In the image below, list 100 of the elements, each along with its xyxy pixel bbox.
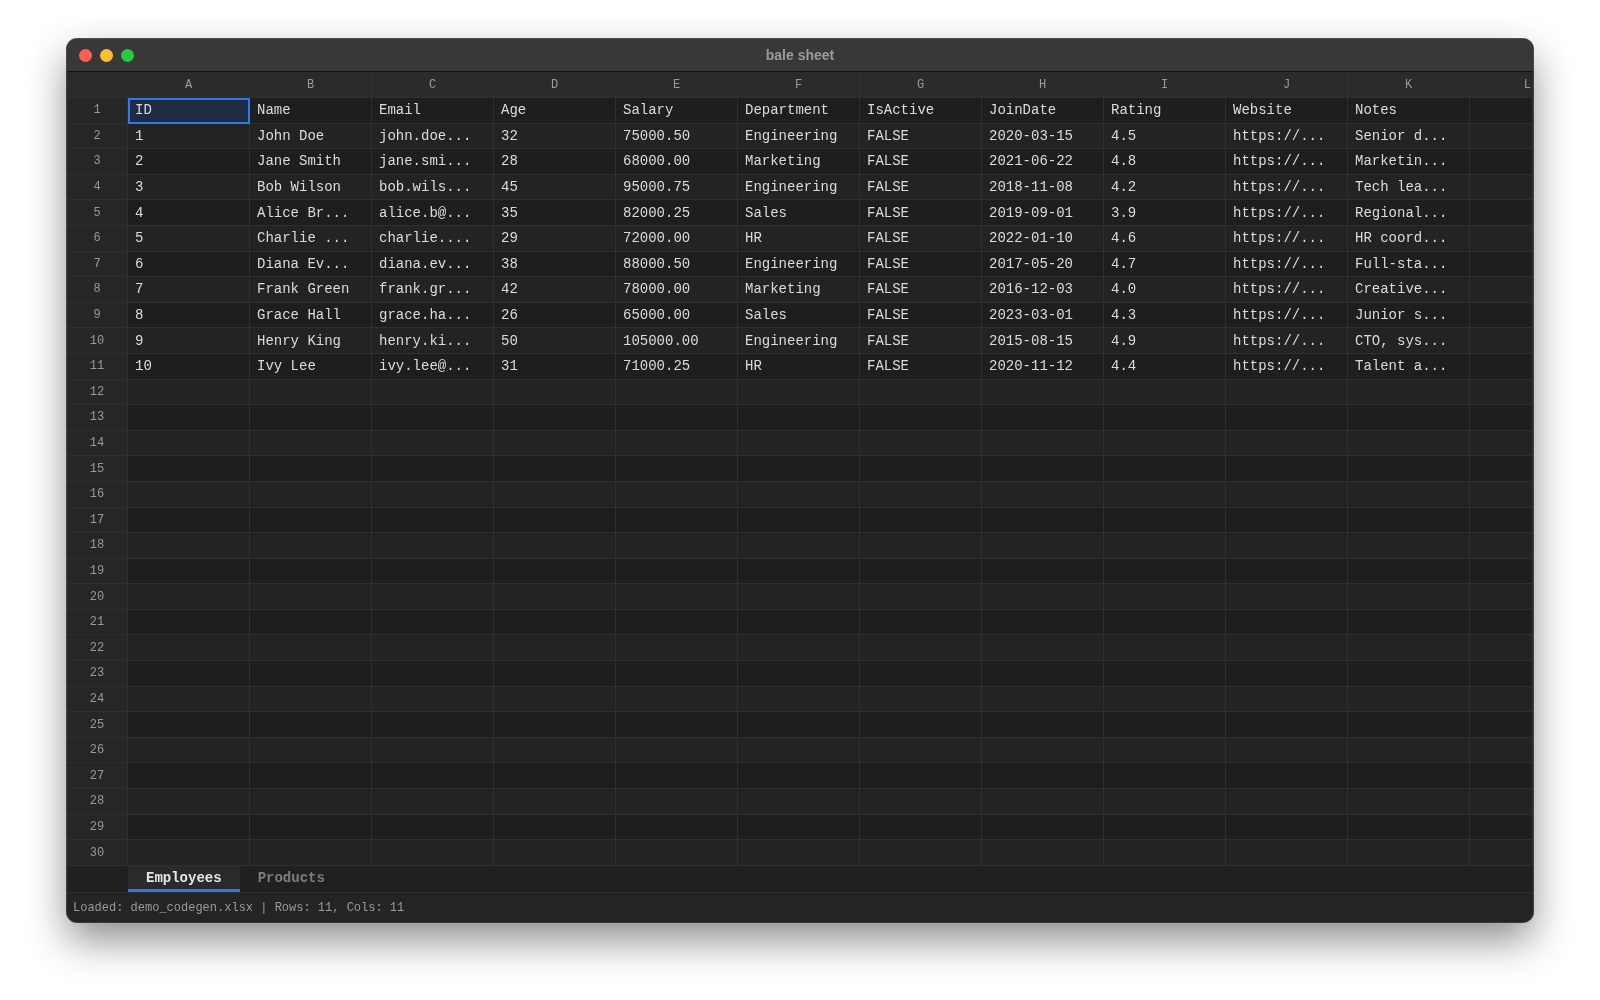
- table-cell[interactable]: 29: [494, 225, 616, 252]
- table-cell[interactable]: Henry King: [250, 328, 372, 354]
- column-header[interactable]: F: [738, 72, 860, 98]
- table-cell[interactable]: 68000.00: [616, 149, 738, 175]
- table-cell[interactable]: Alice Br...: [250, 200, 372, 226]
- table-cell[interactable]: Salary: [616, 98, 738, 124]
- row-number[interactable]: 19: [67, 558, 128, 585]
- row-number[interactable]: 27: [67, 763, 128, 790]
- table-cell[interactable]: 2015-08-15: [982, 328, 1104, 354]
- row-number[interactable]: 13: [67, 405, 128, 431]
- table-cell[interactable]: Age: [494, 98, 616, 124]
- table-cell[interactable]: Marketin...: [1348, 149, 1470, 175]
- table-cell[interactable]: henry.ki...: [372, 328, 494, 354]
- column-header[interactable]: E: [616, 72, 738, 98]
- table-cell[interactable]: bob.wils...: [372, 174, 494, 201]
- table-cell[interactable]: Ivy Lee: [250, 353, 372, 380]
- column-header[interactable]: D: [494, 72, 616, 98]
- table-cell[interactable]: https://...: [1226, 123, 1348, 150]
- table-cell[interactable]: 71000.25: [616, 353, 738, 380]
- sheet-tab[interactable]: Products: [239, 866, 343, 892]
- empty-cell[interactable]: [1470, 149, 1533, 175]
- table-cell[interactable]: Charlie ...: [250, 225, 372, 252]
- table-cell[interactable]: 31: [494, 353, 616, 380]
- row-number[interactable]: 3: [67, 149, 128, 175]
- table-cell[interactable]: ID: [128, 98, 250, 124]
- row-number[interactable]: 8: [67, 277, 128, 303]
- table-cell[interactable]: 10: [128, 353, 250, 380]
- row-number[interactable]: 18: [67, 533, 128, 559]
- table-cell[interactable]: 2019-09-01: [982, 200, 1104, 226]
- table-cell[interactable]: 4.0: [1104, 277, 1226, 303]
- table-cell[interactable]: 105000.00: [616, 328, 738, 354]
- row-number[interactable]: 9: [67, 302, 128, 329]
- table-cell[interactable]: https://...: [1226, 277, 1348, 303]
- table-cell[interactable]: Engineering: [738, 328, 860, 354]
- empty-cell[interactable]: [1470, 200, 1533, 226]
- column-header[interactable]: L: [1470, 72, 1533, 98]
- table-cell[interactable]: 32: [494, 123, 616, 150]
- row-number[interactable]: 24: [67, 686, 128, 713]
- table-cell[interactable]: 7: [128, 277, 250, 303]
- table-cell[interactable]: ivy.lee@...: [372, 353, 494, 380]
- table-cell[interactable]: 3.9: [1104, 200, 1226, 226]
- table-cell[interactable]: alice.b@...: [372, 200, 494, 226]
- table-cell[interactable]: https://...: [1226, 328, 1348, 354]
- row-number[interactable]: 14: [67, 430, 128, 457]
- table-cell[interactable]: 4: [128, 200, 250, 226]
- column-header[interactable]: A: [128, 72, 250, 98]
- table-cell[interactable]: JoinDate: [982, 98, 1104, 124]
- table-cell[interactable]: Tech lea...: [1348, 174, 1470, 201]
- table-cell[interactable]: IsActive: [860, 98, 982, 124]
- row-number[interactable]: 11: [67, 353, 128, 380]
- column-header[interactable]: H: [982, 72, 1104, 98]
- table-cell[interactable]: https://...: [1226, 200, 1348, 226]
- row-number[interactable]: 26: [67, 737, 128, 764]
- table-cell[interactable]: 4.2: [1104, 174, 1226, 201]
- table-cell[interactable]: HR: [738, 353, 860, 380]
- table-cell[interactable]: Engineering: [738, 174, 860, 201]
- table-cell[interactable]: HR coord...: [1348, 225, 1470, 252]
- column-header[interactable]: I: [1104, 72, 1226, 98]
- table-cell[interactable]: 1: [128, 123, 250, 150]
- zoom-button[interactable]: [121, 48, 134, 62]
- corner-cell[interactable]: [67, 72, 128, 98]
- table-cell[interactable]: 4.9: [1104, 328, 1226, 354]
- row-number[interactable]: 23: [67, 661, 128, 687]
- row-number[interactable]: 28: [67, 789, 128, 815]
- row-number[interactable]: 7: [67, 251, 128, 278]
- table-cell[interactable]: Frank Green: [250, 277, 372, 303]
- table-cell[interactable]: 28: [494, 149, 616, 175]
- table-cell[interactable]: FALSE: [860, 149, 982, 175]
- row-number[interactable]: 25: [67, 712, 128, 738]
- table-cell[interactable]: Jane Smith: [250, 149, 372, 175]
- empty-cell[interactable]: [1470, 456, 1533, 482]
- column-header[interactable]: G: [860, 72, 982, 98]
- row-number[interactable]: 21: [67, 609, 128, 636]
- table-cell[interactable]: jane.smi...: [372, 149, 494, 175]
- table-cell[interactable]: 9: [128, 328, 250, 354]
- table-cell[interactable]: Regional...: [1348, 200, 1470, 226]
- table-cell[interactable]: 2016-12-03: [982, 277, 1104, 303]
- row-number[interactable]: 17: [67, 507, 128, 534]
- row-number[interactable]: 20: [67, 584, 128, 610]
- table-cell[interactable]: 2021-06-22: [982, 149, 1104, 175]
- table-cell[interactable]: Name: [250, 98, 372, 124]
- empty-cell[interactable]: [1470, 353, 1533, 380]
- row-number[interactable]: 2: [67, 123, 128, 150]
- table-cell[interactable]: 2020-03-15: [982, 123, 1104, 150]
- table-cell[interactable]: 2: [128, 149, 250, 175]
- row-number[interactable]: 15: [67, 456, 128, 482]
- empty-cell[interactable]: [1470, 661, 1533, 687]
- table-cell[interactable]: Email: [372, 98, 494, 124]
- row-number[interactable]: 4: [67, 174, 128, 201]
- table-cell[interactable]: https://...: [1226, 353, 1348, 380]
- table-cell[interactable]: 72000.00: [616, 225, 738, 252]
- table-cell[interactable]: 4.4: [1104, 353, 1226, 380]
- sheet-tab[interactable]: Employees: [128, 866, 240, 892]
- table-cell[interactable]: Engineering: [738, 123, 860, 150]
- table-cell[interactable]: 2020-11-12: [982, 353, 1104, 380]
- table-cell[interactable]: 35: [494, 200, 616, 226]
- table-cell[interactable]: Website: [1226, 98, 1348, 124]
- table-cell[interactable]: Talent a...: [1348, 353, 1470, 380]
- table-cell[interactable]: Creative...: [1348, 277, 1470, 303]
- table-cell[interactable]: Bob Wilson: [250, 174, 372, 201]
